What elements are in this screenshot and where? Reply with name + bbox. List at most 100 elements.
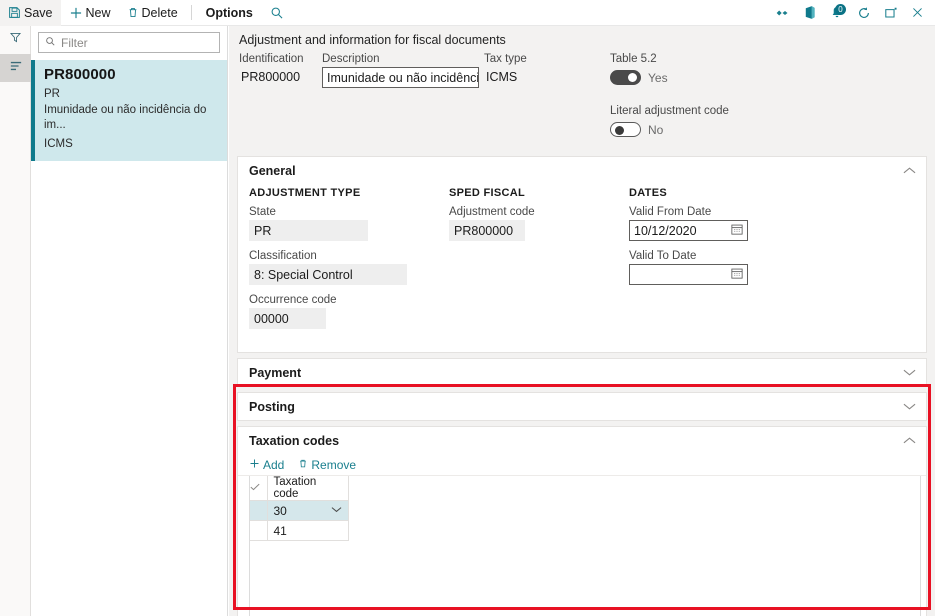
section-payment-header[interactable]: Payment <box>238 359 926 386</box>
valid-to-date-input[interactable] <box>629 264 748 285</box>
identification-field: Identification PR800000 <box>239 53 322 140</box>
adjustment-type-heading: ADJUSTMENT TYPE <box>249 187 361 199</box>
section-posting: Posting <box>237 392 927 421</box>
taxation-code-value[interactable]: 41 <box>267 520 349 541</box>
calendar-icon[interactable] <box>731 223 743 238</box>
valid-from-date-label: Valid From Date <box>629 206 712 218</box>
delete-button[interactable]: Delete <box>119 0 186 26</box>
options-button[interactable]: Options <box>197 0 262 26</box>
section-payment: Payment <box>237 358 927 387</box>
filter-settings-icon[interactable] <box>769 0 796 26</box>
list-view-button[interactable] <box>0 54 31 82</box>
section-taxation-codes-title: Taxation codes <box>249 433 340 448</box>
trash-icon <box>298 458 308 472</box>
filter-input[interactable] <box>61 35 213 50</box>
list-item-title: PR800000 <box>44 66 116 83</box>
list-item-line3: ICMS <box>44 138 73 150</box>
application-window: Save New Delete Options 0 Filter PR80000… <box>0 0 935 616</box>
section-posting-header[interactable]: Posting <box>238 393 926 420</box>
sped-fiscal-heading: SPED FISCAL <box>449 187 526 199</box>
taxation-code-cell[interactable]: 30 <box>267 500 349 521</box>
section-general-body: ADJUSTMENT TYPE State PR Classification … <box>238 184 926 352</box>
options-button-label: Options <box>205 5 253 20</box>
search-button[interactable] <box>262 0 292 26</box>
literal-adjustment-code-toggle-row: No <box>610 119 729 140</box>
left-rail <box>0 26 31 616</box>
literal-adjustment-code-label: Literal adjustment code <box>610 105 729 117</box>
taxation-codes-grid[interactable]: Taxation code 30 41 <box>249 476 921 616</box>
remove-button-label: Remove <box>311 457 357 472</box>
plus-icon <box>249 458 260 472</box>
classification-value[interactable]: 8: Special Control <box>249 264 407 285</box>
valid-to-date-label: Valid To Date <box>629 250 697 262</box>
table-row[interactable]: 30 <box>250 500 349 521</box>
table-52-toggle[interactable] <box>610 70 641 85</box>
toolbar-divider <box>190 5 192 20</box>
section-general-header[interactable]: General <box>238 157 926 184</box>
section-taxation-codes: Taxation codes Add Remove Taxation code … <box>237 426 927 616</box>
select-all-header[interactable] <box>250 476 268 501</box>
command-bar: Save New Delete Options 0 <box>0 0 935 26</box>
description-input[interactable]: Imunidade ou não incidência... <box>322 67 479 88</box>
toggle-knob <box>628 73 637 82</box>
table-52-state: Yes <box>648 70 668 85</box>
add-button[interactable]: Add <box>249 458 284 472</box>
filter-box[interactable] <box>38 32 220 53</box>
records-list-panel: PR800000 PR Imunidade ou não incidência … <box>31 26 228 616</box>
list-item-line1: PR <box>44 88 60 100</box>
occurrence-code-label: Occurrence code <box>249 294 337 306</box>
search-icon <box>270 6 284 20</box>
chevron-down-icon <box>903 367 916 379</box>
page-title: Adjustment and information for fiscal do… <box>239 33 506 47</box>
new-button-label: New <box>85 5 111 20</box>
remove-button[interactable]: Remove <box>298 458 356 472</box>
section-taxation-codes-header[interactable]: Taxation codes <box>238 427 926 454</box>
save-button[interactable]: Save <box>0 0 61 26</box>
table-header-row: Taxation code <box>250 476 349 501</box>
notifications-icon[interactable]: 0 <box>823 0 850 26</box>
table-52-label: Table 5.2 <box>610 53 657 65</box>
description-field: Description Imunidade ou não incidência.… <box>322 53 484 140</box>
section-payment-title: Payment <box>249 365 302 380</box>
calendar-icon[interactable] <box>731 267 743 282</box>
chevron-up-icon <box>903 165 916 177</box>
taxation-codes-table: Taxation code 30 41 <box>250 476 349 541</box>
adjustment-code-value[interactable]: PR800000 <box>449 220 525 241</box>
close-icon[interactable] <box>904 0 931 26</box>
description-label: Description <box>322 53 380 65</box>
state-value[interactable]: PR <box>249 220 368 241</box>
row-select-cell[interactable] <box>250 520 268 541</box>
toggles-group: Table 5.2 Yes Literal adjustment code No <box>610 53 729 140</box>
section-posting-title: Posting <box>249 399 295 414</box>
filter-pane-button[interactable] <box>0 26 31 54</box>
classification-label: Classification <box>249 250 317 262</box>
main-content: Adjustment and information for fiscal do… <box>229 26 935 616</box>
state-label: State <box>249 206 276 218</box>
list-view-icon <box>9 59 23 77</box>
popout-icon[interactable] <box>877 0 904 26</box>
new-button[interactable]: New <box>61 0 119 26</box>
dates-heading: DATES <box>629 187 667 199</box>
valid-from-date-input[interactable]: 10/12/2020 <box>629 220 748 241</box>
chevron-down-icon[interactable] <box>331 505 342 516</box>
refresh-icon[interactable] <box>850 0 877 26</box>
identification-label: Identification <box>239 53 304 65</box>
tax-type-label: Tax type <box>484 53 527 65</box>
table-52-toggle-row: Yes <box>610 67 729 88</box>
list-item-pr800000[interactable]: PR800000 PR Imunidade ou não incidência … <box>31 60 227 161</box>
adjustment-code-label: Adjustment code <box>449 206 535 218</box>
literal-adjustment-code-state: No <box>648 122 664 137</box>
add-button-label: Add <box>263 457 285 472</box>
office-app-icon[interactable] <box>796 0 823 26</box>
checkmark-icon <box>250 482 260 494</box>
table-row[interactable]: 41 <box>250 520 349 541</box>
taxation-code-column-header[interactable]: Taxation code <box>267 476 349 501</box>
occurrence-code-value[interactable]: 00000 <box>249 308 326 329</box>
notification-count-badge: 0 <box>835 3 846 15</box>
save-icon <box>8 6 21 19</box>
row-select-cell[interactable] <box>250 500 268 521</box>
chevron-down-icon <box>903 401 916 413</box>
filter-icon <box>9 31 22 49</box>
tax-type-value: ICMS <box>486 70 518 84</box>
literal-adjustment-code-toggle[interactable] <box>610 122 641 137</box>
